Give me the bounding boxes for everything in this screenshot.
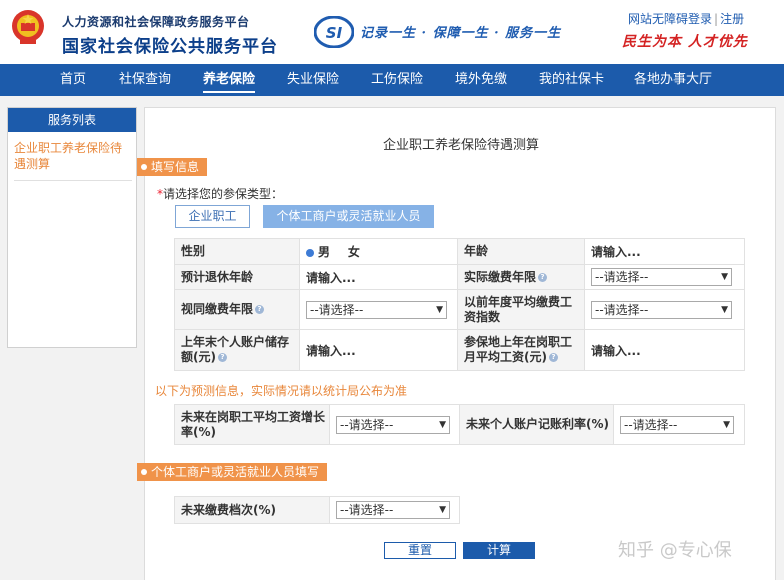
bullet-icon <box>141 469 147 475</box>
sidebar-title: 服务列表 <box>8 108 136 132</box>
help-icon[interactable]: ? <box>255 305 265 314</box>
calculator-panel: 企业职工养老保险待遇测算 填写信息 *请选择您的参保类型： 企业职工 个体工商户… <box>137 107 776 580</box>
contribution-level-cell: --请选择-- ▼ <box>329 496 460 524</box>
sidebar-divider <box>14 180 132 181</box>
section-tag-flexible: 个体工商户或灵活就业人员填写 <box>137 463 328 481</box>
section-tag-fill-info: 填写信息 <box>137 158 208 176</box>
main-nav: 首页 社保查询 养老保险 失业保险 工伤保险 境外免缴 我的社保卡 各地办事大厅 <box>0 64 784 96</box>
account-rate-label: 未来个人账户记账利率(%) <box>459 404 614 445</box>
national-emblem-icon <box>12 10 44 44</box>
red-slogan: 民生为本 人才优先 <box>622 34 748 50</box>
register-link[interactable]: 注册 <box>720 12 744 26</box>
nav-item-overseas[interactable]: 境外免缴 <box>455 64 507 96</box>
nav-item-service-hall[interactable]: 各地办事大厅 <box>634 64 712 96</box>
type-option-flexible[interactable]: 个体工商户或灵活就业人员 <box>263 205 434 228</box>
forecast-note: 以下为预测信息，实际情况请以统计局公布为准 <box>155 384 408 398</box>
accessibility-link[interactable]: 网站无障碍 <box>628 12 688 26</box>
nav-item-card[interactable]: 我的社保卡 <box>539 64 604 96</box>
wage-growth-label: 未来在岗职工平均工资增长率(%) <box>174 404 330 445</box>
chevron-down-icon: ▼ <box>436 304 443 315</box>
nav-item-unemployment[interactable]: 失业保险 <box>287 64 339 96</box>
prompt-text: 请选择您的参保类型： <box>163 187 284 201</box>
insurance-type-prompt: *请选择您的参保类型： <box>157 185 283 202</box>
link-separator: | <box>714 12 719 26</box>
chevron-down-icon: ▼ <box>439 419 446 430</box>
actual-years-label: 实际缴费年限? <box>457 264 585 290</box>
deemed-years-label: 视同缴费年限? <box>174 289 300 330</box>
service-sidebar: 服务列表 企业职工养老保险待遇测算 <box>7 107 137 348</box>
gender-label: 性别 <box>174 238 300 265</box>
section-label: 填写信息 <box>151 160 200 174</box>
radio-selected-icon <box>306 248 314 257</box>
form-title: 企业职工养老保险待遇测算 <box>382 138 539 153</box>
gender-male-radio[interactable]: 男 <box>306 245 330 259</box>
nav-item-home[interactable]: 首页 <box>58 64 88 96</box>
gender-field: 男 女 <box>299 238 458 265</box>
sidebar-item-pension-calc[interactable]: 企业职工养老保险待遇测算 <box>14 140 132 172</box>
deemed-years-cell: --请选择-- ▼ <box>299 289 458 330</box>
chevron-down-icon: ▼ <box>439 505 446 515</box>
nav-item-pension[interactable]: 养老保险 <box>203 64 255 96</box>
forecast-table: 未来在岗职工平均工资增长率(%) --请选择-- ▼ 未来个人账户记账利率(%) … <box>174 404 745 445</box>
bullet-icon <box>141 164 147 170</box>
help-icon[interactable]: ? <box>538 272 548 282</box>
calculate-button[interactable]: 计算 <box>463 542 535 559</box>
si-logo-icon: SI <box>314 16 354 48</box>
nav-item-injury[interactable]: 工伤保险 <box>371 64 423 96</box>
chevron-down-icon: ▼ <box>721 272 728 282</box>
contribution-level-select[interactable]: --请选择-- ▼ <box>336 501 450 519</box>
local-wage-label: 参保地上年在岗职工月平均工资(元)? <box>457 329 585 371</box>
nav-item-query[interactable]: 社保查询 <box>119 64 171 96</box>
platform-subtitle: 人力资源和社会保障政务服务平台 <box>62 15 250 29</box>
section-label: 个体工商户或灵活就业人员填写 <box>151 465 320 479</box>
chevron-down-icon: ▼ <box>721 304 728 315</box>
retire-age-label: 预计退休年龄 <box>174 264 300 290</box>
help-icon[interactable]: ? <box>548 353 558 362</box>
wage-growth-select[interactable]: --请选择-- ▼ <box>336 415 450 434</box>
reset-button[interactable]: 重置 <box>384 542 456 559</box>
wage-growth-cell: --请选择-- ▼ <box>329 404 460 445</box>
chevron-down-icon: ▼ <box>723 419 730 430</box>
gender-female-radio[interactable]: 女 <box>348 245 360 259</box>
flexible-table: 未来缴费档次(%) --请选择-- ▼ <box>174 496 460 524</box>
platform-title: 国家社会保险公共服务平台 <box>62 37 278 57</box>
avg-index-label: 以前年度平均缴费工资指数 <box>457 289 585 330</box>
age-input[interactable]: 请输入... <box>584 238 745 265</box>
avg-index-select[interactable]: --请选择-- ▼ <box>591 300 732 319</box>
avg-index-cell: --请选择-- ▼ <box>584 289 745 330</box>
retire-age-input[interactable]: 请输入... <box>299 264 458 290</box>
actual-years-select[interactable]: --请选择-- ▼ <box>591 268 732 286</box>
basic-info-table: 性别 男 女 年龄 请输入... 预计退休年龄 请输入... 实际缴费年限? -… <box>174 238 745 371</box>
watermark: 知乎 @专心保 <box>618 540 732 561</box>
local-wage-input[interactable]: 请输入... <box>584 329 745 371</box>
contribution-level-label: 未来缴费档次(%) <box>174 496 330 524</box>
balance-label: 上年末个人账户储存额(元)? <box>174 329 300 371</box>
deemed-years-select[interactable]: --请选择-- ▼ <box>306 300 447 319</box>
account-rate-select[interactable]: --请选择-- ▼ <box>620 415 734 434</box>
age-label: 年龄 <box>457 238 585 265</box>
type-option-employee[interactable]: 企业职工 <box>175 205 250 228</box>
balance-input[interactable]: 请输入... <box>299 329 458 371</box>
header-slogan: 记录一生 · 保障一生 · 服务一生 <box>360 26 562 41</box>
help-icon[interactable]: ? <box>217 353 227 362</box>
actual-years-cell: --请选择-- ▼ <box>584 264 745 290</box>
account-rate-cell: --请选择-- ▼ <box>613 404 745 445</box>
login-link[interactable]: 登录 <box>688 12 712 26</box>
site-header: 人力资源和社会保障政务服务平台 国家社会保险公共服务平台 SI 记录一生 · 保… <box>0 0 784 64</box>
si-logo-text: SI <box>326 24 343 42</box>
top-links: 网站无障碍登录 | 注册 <box>628 10 744 27</box>
